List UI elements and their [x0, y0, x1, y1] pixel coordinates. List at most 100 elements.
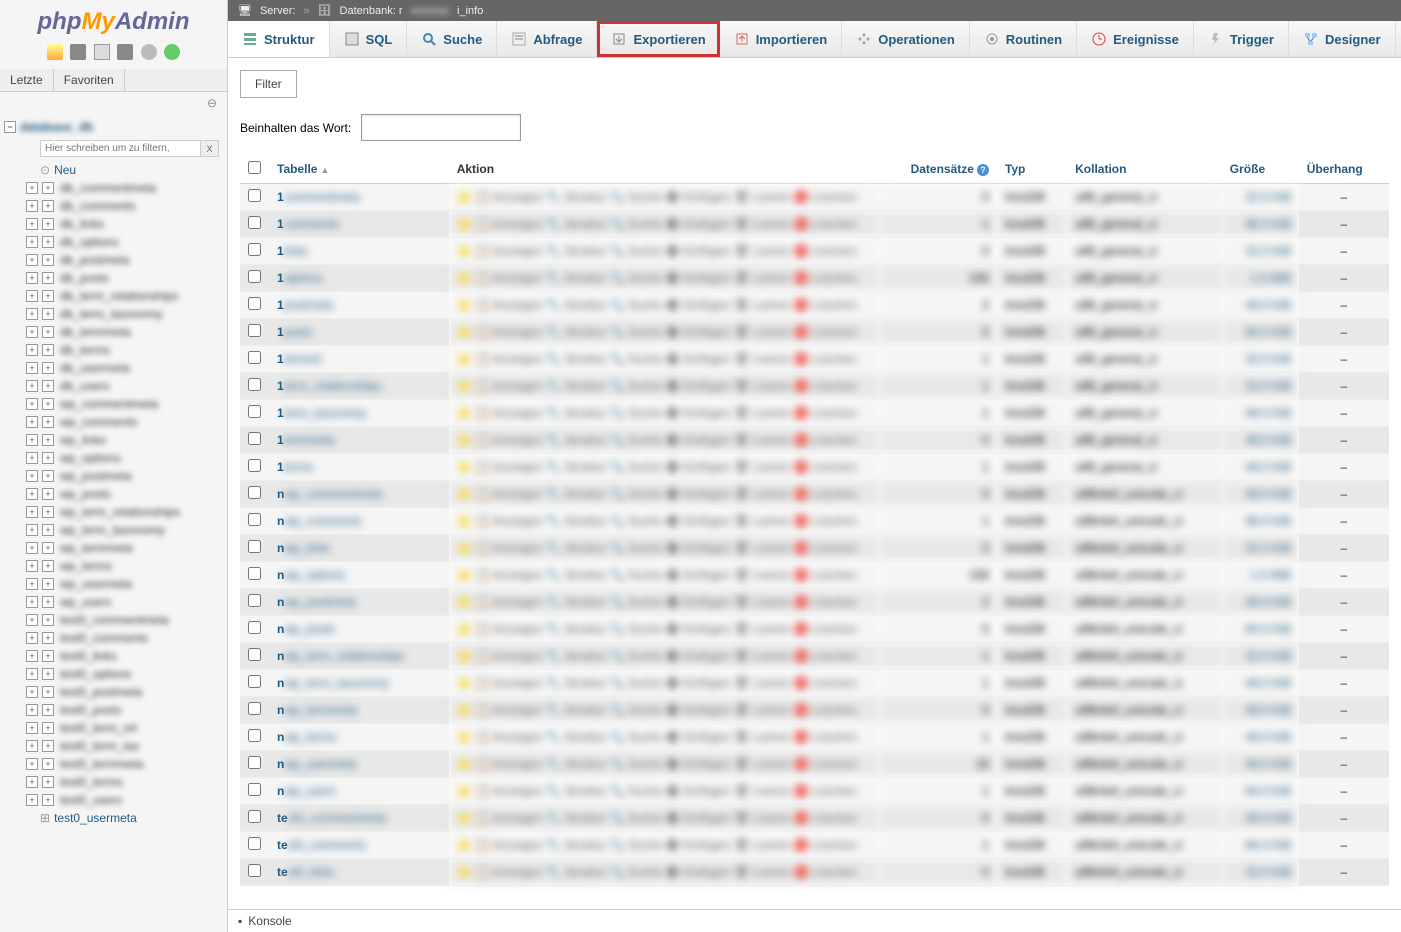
tree-item[interactable]: ++wp_term_relationships: [0, 503, 227, 521]
expand-icon[interactable]: +: [26, 434, 38, 446]
expand-icon[interactable]: +: [26, 380, 38, 392]
row-checkbox[interactable]: [248, 243, 261, 256]
row-checkbox[interactable]: [248, 594, 261, 607]
cell-actions[interactable]: ⭐ 📋 Anzeigen 🔧 Struktur 🔍 Suche ➕ Einfüg…: [449, 454, 879, 481]
expand-icon[interactable]: +: [42, 668, 54, 680]
tree-item-last[interactable]: ⊞ test0_usermeta: [0, 809, 227, 827]
row-checkbox[interactable]: [248, 270, 261, 283]
cell-tablename[interactable]: nwp_termmeta: [269, 697, 449, 724]
expand-icon[interactable]: +: [26, 668, 38, 680]
row-checkbox[interactable]: [248, 324, 261, 337]
tab-sql[interactable]: SQL: [330, 21, 408, 57]
expand-icon[interactable]: +: [42, 236, 54, 248]
tree-item[interactable]: ++test0_users: [0, 791, 227, 809]
row-checkbox[interactable]: [248, 864, 261, 877]
expand-icon[interactable]: +: [26, 506, 38, 518]
th-tabelle[interactable]: Tabelle▲: [269, 155, 449, 184]
expand-icon[interactable]: +: [42, 362, 54, 374]
expand-icon[interactable]: +: [42, 308, 54, 320]
expand-icon[interactable]: +: [26, 362, 38, 374]
expand-icon[interactable]: +: [26, 776, 38, 788]
expand-icon[interactable]: +: [42, 290, 54, 302]
expand-icon[interactable]: +: [42, 560, 54, 572]
cell-tablename[interactable]: nwp_options: [269, 562, 449, 589]
expand-icon[interactable]: +: [26, 488, 38, 500]
expand-icon[interactable]: +: [26, 218, 38, 230]
tab-operationen[interactable]: Operationen: [842, 21, 970, 57]
expand-icon[interactable]: +: [42, 344, 54, 356]
th-typ[interactable]: Typ: [997, 155, 1067, 184]
expand-icon[interactable]: +: [26, 272, 38, 284]
row-checkbox[interactable]: [248, 351, 261, 364]
cell-tablename[interactable]: nwp_terms: [269, 724, 449, 751]
cell-actions[interactable]: ⭐ 📋 Anzeigen 🔧 Struktur 🔍 Suche ➕ Einfüg…: [449, 670, 879, 697]
tree-item[interactable]: ++db_posts: [0, 269, 227, 287]
tree-item[interactable]: ++wp_postmeta: [0, 467, 227, 485]
tree-item[interactable]: ++db_term_relationships: [0, 287, 227, 305]
expand-icon[interactable]: +: [26, 470, 38, 482]
tab-designer[interactable]: Designer: [1289, 21, 1396, 57]
filter-input[interactable]: [361, 114, 521, 141]
expand-icon[interactable]: +: [26, 542, 38, 554]
tab-exportieren[interactable]: Exportieren: [597, 21, 719, 57]
tree-item[interactable]: ++test0_termmeta: [0, 755, 227, 773]
tree-item[interactable]: ++test0_commentmeta: [0, 611, 227, 629]
cell-tablename[interactable]: nwp_users: [269, 778, 449, 805]
tab-struktur[interactable]: Struktur: [228, 21, 330, 57]
expand-icon[interactable]: +: [42, 614, 54, 626]
expand-icon[interactable]: +: [42, 470, 54, 482]
cell-actions[interactable]: ⭐ 📋 Anzeigen 🔧 Struktur 🔍 Suche ➕ Einfüg…: [449, 697, 879, 724]
expand-icon[interactable]: +: [26, 740, 38, 752]
cell-tablename[interactable]: 1posts: [269, 319, 449, 346]
th-groesse[interactable]: Größe: [1222, 155, 1299, 184]
logout-icon[interactable]: [70, 44, 86, 60]
row-checkbox[interactable]: [248, 783, 261, 796]
expand-icon[interactable]: +: [26, 704, 38, 716]
cell-actions[interactable]: ⭐ 📋 Anzeigen 🔧 Struktur 🔍 Suche ➕ Einfüg…: [449, 238, 879, 265]
expand-icon[interactable]: +: [42, 758, 54, 770]
tab-trigger[interactable]: Trigger: [1194, 21, 1289, 57]
cell-actions[interactable]: ⭐ 📋 Anzeigen 🔧 Struktur 🔍 Suche ➕ Einfüg…: [449, 265, 879, 292]
tree-item[interactable]: ++test0_comments: [0, 629, 227, 647]
row-checkbox[interactable]: [248, 378, 261, 391]
cell-tablename[interactable]: 1postmeta: [269, 292, 449, 319]
cell-actions[interactable]: ⭐ 📋 Anzeigen 🔧 Struktur 🔍 Suche ➕ Einfüg…: [449, 805, 879, 832]
row-checkbox[interactable]: [248, 621, 261, 634]
cell-actions[interactable]: ⭐ 📋 Anzeigen 🔧 Struktur 🔍 Suche ➕ Einfüg…: [449, 778, 879, 805]
tree-root[interactable]: − database_db: [0, 118, 227, 136]
home-icon[interactable]: [47, 44, 63, 60]
tree-item[interactable]: ++test0_options: [0, 665, 227, 683]
expand-icon[interactable]: +: [42, 596, 54, 608]
cell-tablename[interactable]: test0_links: [269, 859, 449, 886]
tree-item[interactable]: ++db_options: [0, 233, 227, 251]
cell-tablename[interactable]: 1commentmeta: [269, 184, 449, 211]
cell-tablename[interactable]: nwp_links: [269, 535, 449, 562]
expand-icon[interactable]: +: [26, 758, 38, 770]
expand-icon[interactable]: +: [26, 686, 38, 698]
expand-icon[interactable]: +: [42, 434, 54, 446]
refresh-icon[interactable]: [164, 44, 180, 60]
th-checkbox[interactable]: [240, 155, 269, 184]
th-datensaetze[interactable]: Datensätze?: [879, 155, 997, 184]
expand-icon[interactable]: +: [42, 272, 54, 284]
cell-tablename[interactable]: nwp_term_taxonomy: [269, 670, 449, 697]
cell-actions[interactable]: ⭐ 📋 Anzeigen 🔧 Struktur 🔍 Suche ➕ Einfüg…: [449, 751, 879, 778]
expand-icon[interactable]: +: [42, 776, 54, 788]
tree-item[interactable]: ++wp_posts: [0, 485, 227, 503]
tree-item[interactable]: ++wp_usermeta: [0, 575, 227, 593]
cell-tablename[interactable]: nwp_comments: [269, 508, 449, 535]
nav-settings-icon[interactable]: [117, 44, 133, 60]
cell-actions[interactable]: ⭐ 📋 Anzeigen 🔧 Struktur 🔍 Suche ➕ Einfüg…: [449, 643, 879, 670]
row-checkbox[interactable]: [248, 216, 261, 229]
expand-icon[interactable]: +: [26, 416, 38, 428]
expand-icon[interactable]: +: [42, 326, 54, 338]
cell-actions[interactable]: ⭐ 📋 Anzeigen 🔧 Struktur 🔍 Suche ➕ Einfüg…: [449, 508, 879, 535]
tab-abfrage[interactable]: Abfrage: [497, 21, 597, 57]
expand-icon[interactable]: +: [42, 218, 54, 230]
row-checkbox[interactable]: [248, 675, 261, 688]
cell-actions[interactable]: ⭐ 📋 Anzeigen 🔧 Struktur 🔍 Suche ➕ Einfüg…: [449, 535, 879, 562]
cell-actions[interactable]: ⭐ 📋 Anzeigen 🔧 Struktur 🔍 Suche ➕ Einfüg…: [449, 481, 879, 508]
expand-icon[interactable]: +: [42, 722, 54, 734]
expand-icon[interactable]: +: [42, 182, 54, 194]
tree-item[interactable]: ++wp_comments: [0, 413, 227, 431]
